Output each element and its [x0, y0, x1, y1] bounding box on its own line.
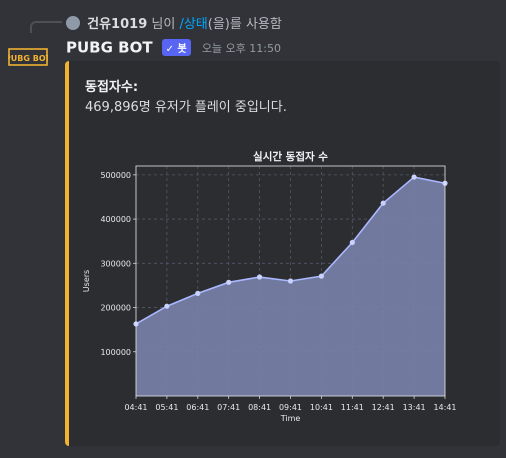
chart-data-point: [226, 279, 232, 285]
chart-x-tick-label: 11:41: [341, 403, 364, 412]
chart-data-point: [411, 174, 417, 180]
chart-data-point: [164, 303, 170, 309]
chart-title: 실시간 동접자 수: [253, 150, 328, 163]
chart-x-tick-label: 12:41: [372, 403, 395, 412]
reply-avatar[interactable]: [66, 16, 80, 30]
reply-text-end: (을)를 사용함: [207, 17, 282, 32]
chart-x-tick-label: 10:41: [310, 403, 333, 412]
message-header: PUBG BOT ✓ 봇 오늘 오후 11:50: [66, 37, 281, 57]
timestamp[interactable]: 오늘 오후 11:50: [202, 42, 281, 55]
reply-username[interactable]: 건유1019: [87, 17, 147, 32]
chart-y-axis-label: Users: [82, 270, 91, 292]
bot-badge: ✓ 봇: [161, 39, 191, 56]
avatar[interactable]: PUBG BOT: [8, 46, 48, 68]
reply-command[interactable]: /상태: [179, 17, 207, 32]
reply-context[interactable]: 건유1019 님이 /상태(을)를 사용함: [66, 13, 282, 32]
reply-connector: [30, 21, 62, 33]
chart-data-point: [318, 273, 324, 279]
chart-x-tick-label: 05:41: [155, 403, 178, 412]
chart-x-tick-label: 06:41: [186, 403, 209, 412]
chart-x-tick-label: 07:41: [217, 403, 240, 412]
chart-y-tick-label: 500000: [100, 171, 131, 180]
chart-data-point: [195, 290, 201, 296]
chart-data-point: [380, 200, 386, 206]
chart-y-tick-label: 100000: [100, 348, 131, 357]
embed-field-name: 동접자수:: [85, 80, 139, 95]
chart-data-point: [349, 239, 355, 246]
chart-data-point: [257, 274, 263, 280]
avatar-logo-text: PUBG BOT: [8, 54, 48, 63]
chart-x-tick-label: 09:41: [279, 403, 302, 412]
bot-name[interactable]: PUBG BOT: [66, 39, 153, 57]
chart-y-tick-label: 200000: [100, 304, 131, 313]
chart-y-tick-label: 300000: [100, 259, 131, 268]
chart-x-tick-label: 13:41: [403, 403, 426, 412]
embed-chart-image[interactable]: 100000 200000 300000 400000 500000 04:41 05:41…: [69, 136, 466, 426]
chart-y-tick-label: 400000: [100, 215, 131, 224]
embed-field-value: 469,896명 유저가 플레이 중입니다.: [85, 100, 287, 115]
reply-text: 님이: [147, 17, 180, 32]
chart-x-tick-label: 14:41: [433, 403, 456, 412]
chart-x-tick-label: 08:41: [248, 403, 271, 412]
chart-x-axis-label: Time: [280, 414, 301, 423]
chart-x-tick-label: 04:41: [124, 403, 147, 412]
chart-data-point: [287, 278, 294, 284]
embed: 동접자수: 469,896명 유저가 플레이 중입니다. 100000 20000…: [65, 61, 500, 446]
